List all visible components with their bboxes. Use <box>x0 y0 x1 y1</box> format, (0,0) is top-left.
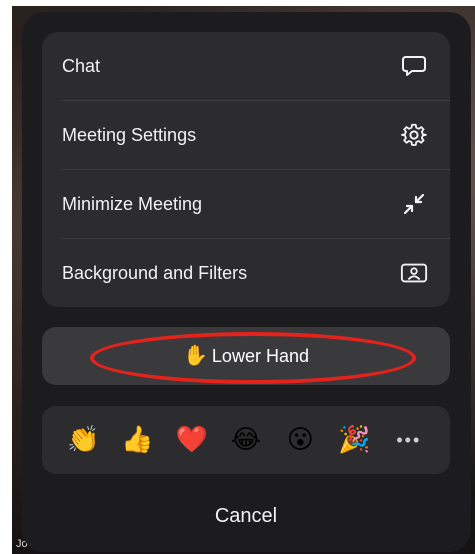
portrait-frame-icon <box>400 259 428 287</box>
reaction-clap[interactable]: 👏 <box>64 421 102 459</box>
lower-hand-button[interactable]: ✋ Lower Hand <box>42 327 450 385</box>
meeting-screen: Jo Chat Meeting Settings Minimize Meetin… <box>0 0 475 554</box>
chat-bubble-icon <box>400 52 428 80</box>
raised-hand-icon: ✋ <box>183 345 208 367</box>
more-reactions-button[interactable]: ••• <box>390 430 428 451</box>
reactions-bar: 👏 👍 ❤️ 😂 😮 🎉 ••• <box>42 406 450 474</box>
menu-item-meeting-settings[interactable]: Meeting Settings <box>42 101 450 169</box>
minimize-arrows-icon <box>400 190 428 218</box>
menu-item-minimize-meeting[interactable]: Minimize Meeting <box>42 170 450 238</box>
reaction-tears-of-joy[interactable]: 😂 <box>227 421 265 459</box>
menu-item-label: Chat <box>62 55 101 76</box>
reaction-thumbs-up[interactable]: 👍 <box>118 421 156 459</box>
reaction-party-popper[interactable]: 🎉 <box>336 421 374 459</box>
menu-card: Chat Meeting Settings Minimize Meeting B… <box>42 32 450 307</box>
gear-icon <box>400 121 428 149</box>
menu-item-label: Background and Filters <box>62 262 248 283</box>
reaction-heart[interactable]: ❤️ <box>173 421 211 459</box>
reaction-open-mouth[interactable]: 😮 <box>281 421 319 459</box>
menu-item-label: Meeting Settings <box>62 124 197 145</box>
lower-hand-label: Lower Hand <box>211 345 309 366</box>
menu-item-label: Minimize Meeting <box>62 193 203 214</box>
cancel-button[interactable]: Cancel <box>42 494 450 538</box>
more-options-sheet: Chat Meeting Settings Minimize Meeting B… <box>22 12 471 552</box>
menu-item-background-and-filters[interactable]: Background and Filters <box>42 239 450 307</box>
menu-item-chat[interactable]: Chat <box>42 32 450 100</box>
